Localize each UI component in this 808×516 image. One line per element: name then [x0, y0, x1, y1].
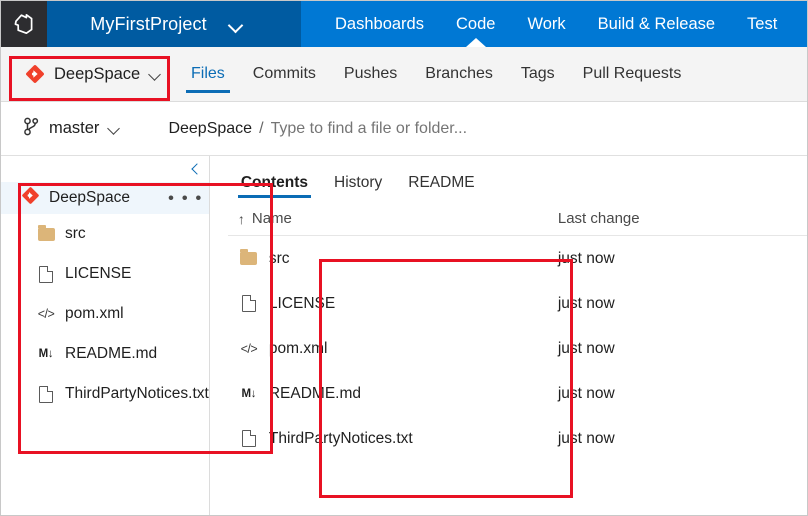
azure-devops-logo-icon[interactable]	[1, 1, 47, 47]
chevron-down-icon[interactable]	[108, 124, 122, 133]
tab-branches[interactable]: Branches	[411, 47, 507, 101]
breadcrumb-separator: /	[259, 119, 264, 137]
file-name-label: README.md	[268, 384, 362, 402]
table-row[interactable]: ThirdPartyNotices.txt just now	[228, 416, 807, 461]
file-row-name: ThirdPartyNotices.txt	[240, 430, 558, 448]
markdown-file-icon: M↓	[38, 348, 54, 360]
repository-name-label: DeepSpace	[54, 64, 141, 83]
file-icon	[240, 295, 258, 313]
column-header-last-change[interactable]: Last change	[558, 210, 807, 227]
tree-item-src[interactable]: src	[1, 214, 209, 254]
tab-tags[interactable]: Tags	[507, 47, 569, 101]
file-row-name: M↓ README.md	[240, 385, 558, 403]
file-last-change: just now	[557, 249, 615, 267]
code-file-icon: </>	[37, 307, 55, 321]
table-row[interactable]: </> pom.xml just now	[228, 326, 807, 371]
tab-pushes[interactable]: Pushes	[330, 47, 411, 101]
markdown-file-icon: M↓	[241, 387, 257, 400]
file-icon	[37, 385, 55, 403]
chevron-left-icon[interactable]	[187, 160, 205, 178]
file-name-label: pom.xml	[268, 339, 328, 357]
file-last-change: just now	[557, 339, 615, 357]
file-icon	[37, 265, 55, 283]
global-nav: Dashboards Code Work Build & Release Tes…	[301, 1, 807, 47]
file-name-label: LICENSE	[268, 294, 336, 312]
nav-item-code[interactable]: Code	[440, 1, 511, 47]
tree-item-license[interactable]: LICENSE	[1, 254, 209, 294]
file-name-label: ThirdPartyNotices.txt	[268, 429, 413, 447]
tab-files[interactable]: Files	[177, 47, 239, 101]
file-name-label: src	[268, 249, 290, 267]
file-last-change: just now	[557, 429, 615, 447]
tree-item-label: src	[65, 225, 86, 242]
ellipsis-icon[interactable]: • • •	[168, 190, 203, 207]
file-last-change: just now	[557, 294, 615, 312]
file-row-name: LICENSE	[240, 295, 558, 313]
file-row-name: </> pom.xml	[240, 340, 558, 358]
nav-item-build-release[interactable]: Build & Release	[582, 1, 731, 47]
table-row[interactable]: LICENSE just now	[228, 281, 807, 326]
file-list-column-headers: ↑ Name Last change	[227, 202, 807, 236]
breadcrumb: DeepSpace /	[168, 119, 591, 138]
tree-item-thirdpartynotices-txt[interactable]: ThirdPartyNotices.txt	[1, 374, 209, 414]
nav-item-dashboards[interactable]: Dashboards	[319, 1, 440, 47]
tree-item-label: ThirdPartyNotices.txt	[65, 385, 209, 402]
tab-contents[interactable]: Contents	[228, 164, 321, 202]
breadcrumb-repo-link[interactable]: DeepSpace	[168, 120, 252, 138]
chevron-down-icon[interactable]	[229, 20, 244, 29]
code-tabs: Files Commits Pushes Branches Tags Pull …	[177, 47, 695, 101]
code-file-icon: </>	[240, 341, 258, 356]
tree-item-label: LICENSE	[65, 265, 132, 282]
tab-readme[interactable]: README	[395, 164, 487, 202]
tree-item-label: README.md	[65, 345, 158, 362]
azure-devops-code-files-page: MyFirstProject Dashboards Code Work Buil…	[0, 0, 808, 516]
top-header-bar: MyFirstProject Dashboards Code Work Buil…	[1, 1, 807, 47]
contents-tabs: Contents History README	[228, 156, 807, 202]
tab-pull-requests[interactable]: Pull Requests	[569, 47, 696, 101]
column-header-name[interactable]: ↑ Name	[238, 210, 558, 227]
project-selector[interactable]: MyFirstProject	[47, 1, 301, 47]
tree-root-label: DeepSpace	[49, 189, 131, 206]
tree-item-pom-xml[interactable]: </> pom.xml	[1, 294, 209, 334]
table-row[interactable]: src just now	[228, 236, 807, 281]
branch-name-label: master	[49, 119, 100, 137]
git-branch-icon	[23, 117, 40, 141]
tree-item-repository-root[interactable]: DeepSpace • • •	[1, 182, 209, 214]
breadcrumb-bar: master DeepSpace /	[1, 102, 807, 156]
file-search-input[interactable]	[270, 119, 591, 138]
nav-item-test[interactable]: Test	[731, 1, 793, 47]
branch-selector[interactable]: master	[23, 117, 122, 141]
folder-icon	[37, 224, 55, 243]
sort-ascending-icon: ↑	[237, 210, 245, 227]
git-repository-icon	[25, 64, 45, 84]
repo-and-tabs-bar: DeepSpace Files Commits Pushes Branches …	[1, 47, 807, 102]
file-tree-pane: DeepSpace • • • src LICENSE </> pom.xml …	[1, 156, 210, 515]
git-repository-icon	[21, 186, 40, 210]
repository-selector[interactable]: DeepSpace	[1, 47, 177, 101]
tab-commits[interactable]: Commits	[239, 47, 330, 101]
tree-item-readme-md[interactable]: M↓ README.md	[1, 334, 209, 374]
file-icon	[240, 430, 258, 448]
file-last-change: just now	[557, 384, 615, 402]
project-name-label: MyFirstProject	[90, 13, 207, 34]
folder-icon	[240, 249, 258, 268]
nav-item-work[interactable]: Work	[511, 1, 581, 47]
table-row[interactable]: M↓ README.md just now	[228, 371, 807, 416]
chevron-down-icon[interactable]	[149, 70, 163, 79]
contents-pane: Contents History README ↑ Name Last chan…	[209, 156, 807, 515]
file-row-name: src	[240, 249, 558, 268]
tab-history[interactable]: History	[321, 164, 395, 202]
tree-item-label: pom.xml	[65, 305, 124, 322]
main-content-area: DeepSpace • • • src LICENSE </> pom.xml …	[1, 156, 807, 515]
column-header-name-label: Name	[251, 210, 292, 227]
